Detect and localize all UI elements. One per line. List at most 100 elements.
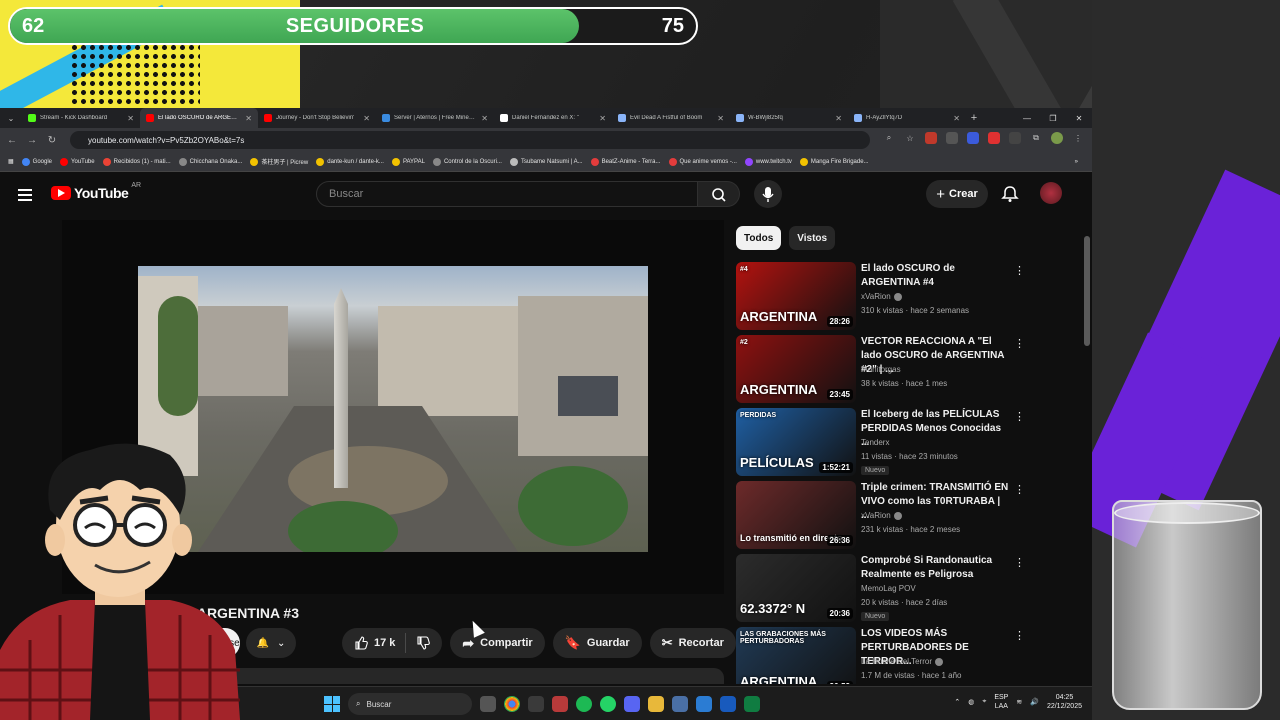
task-view-icon[interactable]: [480, 696, 496, 712]
scrollbar-thumb[interactable]: [1084, 236, 1090, 346]
bookmark-item[interactable]: Recibidos (1) - mati...: [102, 157, 171, 166]
new-tab-button[interactable]: +: [966, 112, 982, 124]
extension-icon[interactable]: [1009, 132, 1021, 144]
profile-icon[interactable]: [1051, 132, 1063, 144]
bookmark-item[interactable]: Chicchana Onaka...: [178, 157, 242, 166]
channel-name[interactable]: La Huella Del Terror: [861, 657, 943, 666]
bookmark-item[interactable]: Control de la Oscuri...: [432, 157, 502, 166]
bookmark-item[interactable]: Google: [21, 157, 52, 166]
close-tab-icon[interactable]: ✕: [717, 114, 724, 123]
bookmark-item[interactable]: BeatZ-Anime - Terra...: [590, 157, 661, 166]
app-icon[interactable]: [672, 696, 688, 712]
recommended-video[interactable]: Lo transmitió en directo 26:36 Triple crim…: [736, 481, 1036, 549]
menu-dots-icon[interactable]: ⋮: [1072, 132, 1084, 144]
discord-icon[interactable]: [624, 696, 640, 712]
address-bar[interactable]: youtube.com/watch?v=Pv5Zb2OYABo&t=7s: [70, 131, 870, 149]
forward-icon[interactable]: →: [26, 135, 38, 146]
browser-tab[interactable]: Journey - Don't Stop Believin' ✕: [258, 108, 376, 128]
tab-search-button[interactable]: ⌄: [0, 108, 22, 128]
video-title[interactable]: El lado OSCURO de ARGENTINA #4: [861, 262, 1011, 290]
close-tab-icon[interactable]: ✕: [835, 114, 842, 123]
whatsapp-icon[interactable]: [600, 696, 616, 712]
recommended-video[interactable]: PERDIDAS PELÍCULAS 1:52:21 El Iceberg de la…: [736, 408, 1036, 476]
word-icon[interactable]: [720, 696, 736, 712]
more-options-icon[interactable]: ⋮: [1014, 556, 1025, 569]
location-icon[interactable]: ⌖: [982, 698, 986, 706]
chrome-profile-icon[interactable]: [528, 696, 544, 712]
browser-tab[interactable]: Daniel Fernandez en X: " ✕: [494, 108, 612, 128]
zoom-icon[interactable]: ⌕: [883, 132, 895, 144]
close-tab-icon[interactable]: ✕: [953, 114, 960, 123]
video-thumbnail[interactable]: Lo transmitió en directo 26:36: [736, 481, 856, 549]
language-indicator[interactable]: ESP LAA: [994, 693, 1008, 711]
more-options-icon[interactable]: ⋮: [1014, 264, 1025, 277]
recommended-video[interactable]: 62.3372° N 20:36 Comprobé Si Randonautica …: [736, 554, 1036, 622]
wifi-icon[interactable]: ≋: [1016, 698, 1022, 706]
recommended-video[interactable]: #2 ARGENTINA 23:45 VECTOR REACCIONA A "El l…: [736, 335, 1036, 403]
spotify-icon[interactable]: [576, 696, 592, 712]
channel-name[interactable]: xVaRion: [861, 511, 902, 520]
puzzle-icon[interactable]: ⧉: [1030, 132, 1042, 144]
clip-button[interactable]: ✂ Recortar: [649, 628, 736, 658]
more-options-icon[interactable]: ⋮: [1014, 629, 1025, 642]
taskbar-search[interactable]: ⌕ Buscar: [348, 693, 472, 715]
page-scrollbar[interactable]: [1084, 176, 1090, 680]
save-button[interactable]: 🔖 Guardar: [552, 628, 642, 658]
bookmark-item[interactable]: Tsubame Natsumi | A...: [509, 157, 583, 166]
apps-grid-icon[interactable]: ▦: [8, 158, 14, 165]
excel-icon[interactable]: [744, 696, 760, 712]
recommended-video[interactable]: #4 ARGENTINA 28:26 El lado OSCURO de ARGENT…: [736, 262, 1036, 330]
extension-icon[interactable]: [946, 132, 958, 144]
close-tab-icon[interactable]: ✕: [363, 114, 370, 123]
video-thumbnail[interactable]: #2 ARGENTINA 23:45: [736, 335, 856, 403]
channel-name[interactable]: Tenderx: [861, 438, 889, 447]
filter-chip[interactable]: Todos: [736, 226, 782, 250]
bookmark-item[interactable]: Manga Fire Brigade...: [799, 157, 869, 166]
more-bookmarks-icon[interactable]: »: [1075, 159, 1078, 165]
more-options-icon[interactable]: ⋮: [1014, 483, 1025, 496]
network-icon[interactable]: ◍: [968, 698, 974, 706]
browser-tab[interactable]: El lado OSCURO de ARGENTINA ✕: [140, 108, 258, 128]
bookmark-item[interactable]: PAYPAL: [391, 157, 425, 166]
video-thumbnail[interactable]: 62.3372° N 20:36: [736, 554, 856, 622]
channel-name[interactable]: xVaRion: [861, 292, 902, 301]
like-count[interactable]: 17 k: [374, 637, 395, 649]
browser-tab[interactable]: Evil Dead A Fistful of Boom ✕: [612, 108, 730, 128]
search-input[interactable]: Buscar: [316, 181, 698, 207]
bookmark-item[interactable]: Que anime vemos -...: [668, 157, 737, 166]
bookmark-item[interactable]: YouTube: [60, 157, 95, 166]
notifications-bell-icon[interactable]: [1000, 184, 1020, 204]
maximize-button[interactable]: ❐: [1040, 108, 1066, 128]
account-avatar[interactable]: [1040, 182, 1062, 204]
visual-studio-icon[interactable]: [696, 696, 712, 712]
extension-icon[interactable]: [925, 132, 937, 144]
browser-tab[interactable]: W-BWjl825fq ✕: [730, 108, 848, 128]
bookmark-item[interactable]: dante-kun / dante-k...: [316, 157, 384, 166]
video-thumbnail[interactable]: #4 ARGENTINA 28:26: [736, 262, 856, 330]
chrome-icon[interactable]: [504, 696, 520, 712]
back-icon[interactable]: ←: [6, 135, 18, 146]
star-icon[interactable]: ☆: [904, 132, 916, 144]
bookmark-item[interactable]: www.twitch.tv: [744, 157, 792, 166]
thumbs-up-icon[interactable]: [354, 636, 368, 650]
share-button[interactable]: ➦ Compartir: [450, 628, 545, 658]
clock[interactable]: 04:25 22/12/2025: [1047, 693, 1082, 711]
recommended-video[interactable]: LAS GRABACIONES MÁS PERTURBADORAS ARGENTI…: [736, 627, 1036, 684]
video-title[interactable]: Comprobé Si Randonautica Realmente es Pe…: [861, 554, 1011, 582]
filter-chip[interactable]: Vistos: [789, 226, 836, 250]
file-explorer-icon[interactable]: [648, 696, 664, 712]
extension-icon[interactable]: [967, 132, 979, 144]
more-options-icon[interactable]: ⋮: [1014, 410, 1025, 423]
video-thumbnail[interactable]: LAS GRABACIONES MÁS PERTURBADORAS ARGENTI…: [736, 627, 856, 684]
browser-tab[interactable]: Stream - Kick Dashboard ✕: [22, 108, 140, 128]
hamburger-menu-icon[interactable]: [18, 189, 32, 201]
video-thumbnail[interactable]: PERDIDAS PELÍCULAS 1:52:21: [736, 408, 856, 476]
volume-icon[interactable]: 🔊: [1030, 698, 1039, 706]
youtube-logo[interactable]: YouTube AR: [51, 182, 141, 201]
windows-start-icon[interactable]: [324, 696, 340, 712]
minimize-button[interactable]: —: [1014, 108, 1040, 128]
reload-icon[interactable]: ↻: [46, 135, 58, 146]
extension-icon[interactable]: [988, 132, 1000, 144]
more-options-icon[interactable]: ⋮: [1014, 337, 1025, 350]
bookmark-item[interactable]: 茶柱男子 | Picrew: [250, 157, 308, 166]
